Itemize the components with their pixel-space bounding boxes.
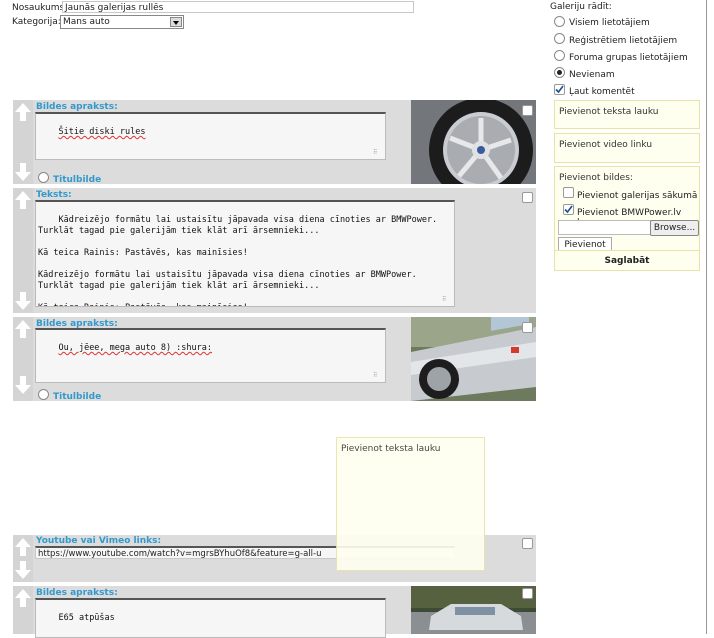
move-down-icon[interactable] (14, 162, 32, 182)
wheel-photo (411, 100, 536, 184)
add-text-field-button[interactable]: Pievienot teksta lauku (554, 100, 700, 129)
checkmark-icon (564, 205, 573, 214)
radio-all-users[interactable] (554, 16, 565, 27)
move-up-icon[interactable] (14, 319, 32, 339)
drag-handle[interactable] (13, 317, 33, 401)
move-down-icon[interactable] (14, 375, 32, 395)
radio-forum-group-users-label: Foruma grupas lietotājiem (569, 53, 688, 63)
move-down-icon[interactable] (14, 291, 32, 311)
radio-registered-users[interactable] (554, 33, 565, 44)
radio-dot-icon (557, 70, 562, 75)
resize-grip-icon[interactable]: ⠿ (373, 373, 381, 379)
page-border (706, 0, 707, 634)
allow-comments-checkbox[interactable] (554, 84, 565, 95)
title-input[interactable]: Jaunās galerijas rullēs (62, 1, 414, 13)
drag-handle[interactable] (13, 535, 33, 582)
resize-grip-icon[interactable]: ⠿ (373, 150, 381, 156)
move-up-icon[interactable] (14, 102, 32, 122)
radio-nobody-label: Nevienam (569, 70, 615, 80)
add-text-field-label: Pievienot teksta lauku (559, 107, 659, 117)
move-up-icon[interactable] (14, 588, 32, 608)
row-select-checkbox[interactable] (522, 192, 533, 203)
gallery-row-image-1: Bildes apraksts: Šitie diski rules ⠿ Tit… (13, 100, 536, 185)
add-to-gallery-start-checkbox[interactable] (563, 187, 574, 198)
category-select[interactable]: Mans auto (60, 15, 184, 29)
add-to-gallery-start-label: Pievienot galerijas sākumā (577, 191, 698, 201)
text-textarea[interactable]: Kādreizējo formātu lai ustaisītu jāpavad… (35, 200, 455, 307)
gallery-show-label: Galeriju rādīt: (550, 2, 612, 12)
file-path-input[interactable] (558, 220, 651, 235)
drag-handle[interactable] (13, 586, 33, 634)
titul-label: Titulbilde (53, 175, 102, 185)
description-text: Ou, jēee, mega auto 8) :shura: (58, 343, 213, 353)
car-photo (411, 586, 536, 634)
save-button-label: Saglabāt (604, 256, 650, 266)
move-up-icon[interactable] (14, 537, 32, 557)
description-textarea[interactable]: Ou, jēee, mega auto 8) :shura: ⠿ (35, 328, 386, 383)
row-caption: Youtube vai Vimeo links: (36, 536, 162, 546)
title-label: Nosaukums: (12, 3, 68, 13)
category-label: Kategorija: (12, 17, 61, 27)
titul-radio[interactable] (38, 389, 49, 400)
add-video-link-button[interactable]: Pievienot video linku (554, 133, 700, 163)
titul-radio[interactable] (38, 172, 49, 183)
row-select-checkbox[interactable] (522, 322, 533, 333)
gallery-row-text: Teksts: Kādreizējo formātu lai ustaisītu… (13, 188, 536, 313)
row-caption: Teksts: (36, 190, 72, 200)
gallery-row-image-3: Bildes apraksts: E65 atpūšas (13, 586, 536, 638)
add-images-label: Pievienot bildes: (559, 173, 633, 183)
drag-handle[interactable] (13, 188, 33, 313)
category-select-value: Mans auto (63, 17, 110, 27)
titul-label: Titulbilde (53, 392, 102, 402)
radio-forum-group-users[interactable] (554, 50, 565, 61)
resize-grip-icon[interactable]: ⠿ (442, 297, 450, 303)
description-text: E65 atpūšas (58, 613, 115, 623)
drag-handle[interactable] (13, 100, 33, 184)
move-up-icon[interactable] (14, 190, 32, 210)
row-select-checkbox[interactable] (522, 588, 533, 599)
row-select-checkbox[interactable] (522, 538, 533, 549)
radio-nobody[interactable] (554, 67, 565, 78)
car-photo (411, 317, 536, 401)
drag-ghost-label: Pievienot teksta lauku (341, 444, 441, 454)
gallery-row-image-2: Bildes apraksts: Ou, jēee, mega auto 8) … (13, 317, 536, 402)
checkmark-icon (555, 85, 564, 94)
drag-ghost-text-field: Pievienot teksta lauku (336, 437, 485, 571)
description-textarea[interactable]: E65 atpūšas (35, 598, 386, 638)
radio-all-users-label: Visiem lietotājiem (569, 18, 650, 28)
text-content: Kādreizējo formātu lai ustaisītu jāpavad… (38, 215, 438, 306)
row-caption: Bildes apraksts: (36, 102, 118, 112)
move-down-icon[interactable] (14, 560, 32, 580)
chevron-down-icon[interactable] (170, 17, 182, 27)
browse-button[interactable]: Browse... (650, 220, 699, 236)
row-caption: Bildes apraksts: (36, 588, 118, 598)
radio-registered-users-label: Reģistrētiem lietotājiem (569, 36, 678, 46)
description-text: Šitie diski rules (58, 127, 146, 137)
add-bmw-logo-checkbox[interactable] (563, 204, 574, 215)
description-textarea[interactable]: Šitie diski rules ⠿ (35, 112, 386, 160)
row-select-checkbox[interactable] (522, 105, 533, 116)
save-button[interactable]: Saglabāt (554, 250, 700, 271)
add-video-link-label: Pievienot video linku (559, 140, 653, 150)
add-images-panel: Pievienot bildes: Pievienot galerijas sā… (554, 166, 700, 251)
add-images-button[interactable]: Pievienot (558, 237, 612, 251)
allow-comments-label: Ļaut komentēt (569, 87, 635, 97)
